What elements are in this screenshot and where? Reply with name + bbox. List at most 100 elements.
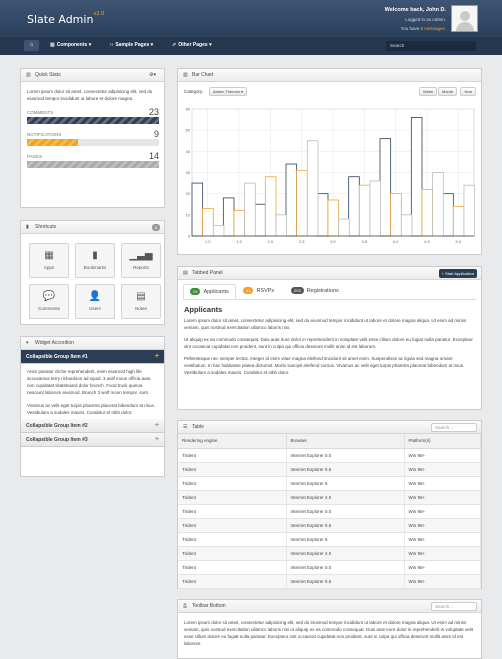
table-row[interactable]: Trident Internet Explorer 6 Win 98+ [178,532,481,547]
shortcut-users[interactable]: 👤 Users [75,284,115,319]
table-row[interactable]: Trident Internet Explorer 5.5 Win 95+ [178,518,481,533]
tab-applicants[interactable]: 29 Applicants [183,284,236,299]
toolbar-search-input[interactable]: Search... [431,602,477,611]
accordion-group-1[interactable]: Collapsible Group Item #1 + [21,350,164,364]
table-row[interactable]: Trident Internet Explorer 4.0 Win 95+ [178,490,481,505]
accordion-text: Anim pariatur cliche reprehenderit, enim… [27,369,152,395]
table-cell: Internet Explorer 6 [286,532,405,547]
chevron-down-icon: ▾ [209,42,212,48]
column-header[interactable]: Browser [286,434,405,449]
range-year-button[interactable]: Year [460,87,477,96]
chevron-down-icon: ▾ [26,340,29,346]
shortcut-bookmarks[interactable]: ▮ Bookmarks [75,243,115,278]
table-panel: ☰ Table Search... Rendering engine Browser… [177,420,482,589]
bar-series-3 [369,180,382,237]
home-button[interactable]: ⌂ [24,40,39,51]
shortcut-apps[interactable]: ▦ Apps [29,243,69,278]
bar-series-1 [410,117,423,237]
panel-title: Toolbar Bottom [192,603,226,609]
table-row[interactable]: Trident Internet Explorer 6 Win 98+ [178,476,481,491]
user-welcome: Welcome back, John D. Logged in as Admin… [385,6,446,33]
main-nav: ⌂ ▦ Components ▾ ‹› Sample Pages ▾ ⇗ Other … [0,37,502,55]
tab-bar: 29 Applicants 41 RSVPs 203 Registrations [183,284,476,300]
bar-series-1 [316,193,329,237]
quick-stats-panel: ▥ Quick Stats ⚙▾ Lorem ipsum dolor sit ame… [20,68,165,208]
bar-series-2 [358,184,371,237]
bar-series-3 [400,214,413,237]
nav-other-pages[interactable]: ⇗ Other Pages ▾ [172,42,212,48]
bar-series-2 [264,176,277,237]
tab-registrations[interactable]: 203 Registrations [291,284,339,299]
table-cell: Internet Explorer 5.5 [286,518,405,533]
chart-icon: ▥ [183,72,188,78]
tabbed-panel: ▤ Tabbed Panel + Start Application 29 Appl… [177,266,482,410]
plus-icon: + [154,353,159,360]
shortcuts-panel: ▮ Shortcuts 6 ▦ Apps ▮ Bookmarks ▁▃▅ Reports 💬 Co… [20,220,165,325]
table-row[interactable]: Trident Internet Explorer 5.0 Win 95+ [178,448,481,463]
start-application-button[interactable]: + Start Application [438,269,477,278]
bar-series-2 [296,169,308,237]
y-tick-label: 0 [188,234,191,239]
shortcut-reports[interactable]: ▁▃▅ Reports [121,243,161,278]
x-tick-label: 2.5 [299,239,305,244]
table-search-input[interactable]: Search... [431,423,477,432]
avatar[interactable] [451,5,478,32]
table-row[interactable]: Trident Internet Explorer 4.0 Win 95+ [178,546,481,561]
table-row[interactable]: Trident Internet Explorer 5.0 Win 95+ [178,560,481,575]
table-row[interactable]: Trident Internet Explorer 5.0 Win 95+ [178,504,481,519]
logo-text: Slate Admin [27,13,94,26]
x-tick-label: 4.0 [393,239,399,244]
panel-title: Quick Stats [35,72,61,78]
nav-components[interactable]: ▦ Components ▾ [50,42,91,48]
bar-series-3 [212,225,225,237]
printer-icon: ⎙ [183,603,188,609]
accordion-group-3[interactable]: Collapsible Group Item #3 + [21,433,164,447]
table-icon: ☰ [183,424,188,430]
app-header: Slate Adminv2.0 Welcome back, John D. Lo… [0,0,502,37]
panel-title: Bar Chart [192,72,214,78]
table-cell: Trident [178,518,287,533]
range-week-button[interactable]: Week [419,87,438,96]
settings-icon[interactable]: ⚙▾ [149,69,156,82]
stat-progress-fill [27,161,159,168]
table-cell: Trident [178,546,287,561]
reports-icon: ▁▃▅ [129,250,153,261]
column-header[interactable]: Platform(s) [404,434,481,449]
table-cell: Win 95+ [404,546,481,561]
chevron-down-icon: ▾ [88,42,92,48]
table-cell: Win 95+ [404,560,481,575]
toolbar-bottom-panel: ⎙ Toolbar Bottom Search... Lorem ipsum do… [177,599,482,659]
bar-series-3 [244,182,256,237]
shortcut-notes[interactable]: ▤ Notes [121,284,161,319]
x-tick-label: 4.5 [424,239,430,244]
stat-value: 23 [148,107,159,117]
tab-rsvps[interactable]: 41 RSVPs [243,284,274,299]
range-month-button[interactable]: Month [438,87,458,96]
shortcut-comments[interactable]: 💬 Comments [29,284,69,319]
bar-series-1 [191,182,204,237]
category-select[interactable]: Admin Themes ▾ [209,87,247,96]
table-cell: Trident [178,476,287,491]
stat-progress-fill [27,117,159,124]
bar-series-2 [390,193,402,237]
table-row[interactable]: Trident Internet Explorer 5.5 Win 95+ [178,462,481,477]
app-logo[interactable]: Slate Adminv2.0 [27,11,104,26]
column-header[interactable]: Rendering engine [178,434,287,449]
accordion-text: Vivamus ac velit eget turpis pharetra pl… [27,403,155,415]
stat-label: COMMENTS [27,110,54,115]
external-link-icon: ⇗ [172,42,177,48]
table-row[interactable]: Trident Internet Explorer 5.5 Win 95+ [178,574,481,589]
stat-progress-track [27,139,159,146]
stat-value: 14 [148,151,159,161]
bar-series-2 [233,210,246,237]
accordion-group-2[interactable]: Collapsible Group Item #2 + [21,419,164,433]
code-icon: ‹› [110,42,114,48]
panel-title: Shortcuts [35,224,57,230]
nav-sample-pages[interactable]: ‹› Sample Pages ▾ [110,42,153,48]
table-cell: Internet Explorer 4.0 [286,490,405,505]
tab-text: Ut aliquip ex ea commodo consequat. Duis… [184,337,473,349]
user-icon: 👤 [88,291,102,302]
messages-link[interactable]: 5 messages. [420,26,446,31]
bar-series-3 [338,218,350,237]
search-input[interactable]: Search [386,41,476,51]
